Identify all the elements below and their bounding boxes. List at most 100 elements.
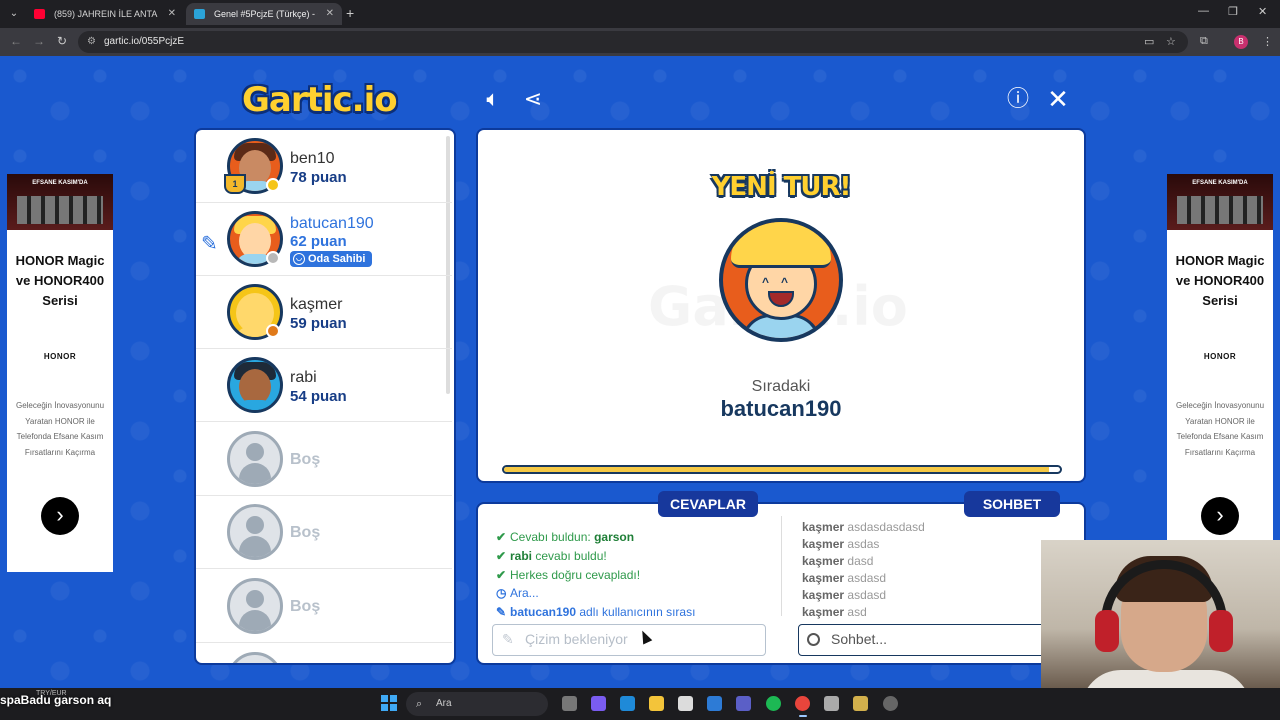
answer-log-item: ◷ Ara... [496,586,539,600]
tab-search-icon[interactable]: ⌄ [6,6,22,22]
minimize-icon[interactable]: — [1198,5,1209,17]
back-icon[interactable]: ← [10,34,22,48]
tab-youtube[interactable]: (859) JAHREIN İLE ANTALYA YE ✕ [26,3,184,25]
player-row-batucan190[interactable]: ✎ batucan190 62 puan ◡ Oda Sahibi [196,203,452,276]
log-text: Ara... [510,586,539,600]
chat-user: kaşmer [802,605,845,619]
reload-icon[interactable]: ↻ [57,34,67,48]
headphone-cup-left [1095,610,1119,652]
empty-avatar-body [239,610,271,631]
extensions-icon[interactable]: ⧉ [1200,35,1208,48]
player-row-ben10[interactable]: 1 ben10 78 puan [196,130,452,203]
tab-gartic[interactable]: Genel #5PcjzE (Türkçe) - Ga ✕ [186,3,342,25]
url-field[interactable]: ⚙ gartic.io/055PcjzE [78,31,1188,53]
task-view-icon[interactable] [562,696,577,711]
panel-divider [781,516,782,616]
address-bar-row: ← → ↻ ⚙ gartic.io/055PcjzE ▭ ☆ ⧉ ⋮ [0,28,1280,56]
player-row-rabi[interactable]: rabi 54 puan [196,349,452,422]
profile-avatar[interactable]: B [1234,35,1248,49]
ad-brand: HONOR [43,352,77,361]
store-icon[interactable] [678,696,693,711]
chat-log: kaşmer asdasdasdasd kaşmer asdas kaşmer … [802,504,1062,622]
ad-next-button[interactable]: › [41,497,79,535]
taskbar-search[interactable]: ⌕ Ara [406,692,548,716]
avatar-eyes: ^^ [762,275,801,289]
chat-user: kaşmer [802,588,845,602]
chat-input[interactable]: Sohbet... [798,624,1048,656]
file-explorer-icon[interactable] [649,696,664,711]
close-window-icon[interactable]: ✕ [1258,5,1267,18]
empty-slot-label: Boş [290,598,321,615]
player-score: 78 puan [290,169,347,186]
answer-input[interactable]: ✎ Çizim bekleniyor [492,624,766,656]
status-dot [266,178,280,192]
found-word: garson [594,530,635,544]
smile-icon: ◡ [293,253,305,265]
tab-title: Genel #5PcjzE (Türkçe) - Ga [214,9,318,19]
bookmark-star-icon[interactable]: ☆ [1166,35,1176,48]
ad-banner-text: EFSANE KASIM'DA [32,180,88,186]
edge-icon[interactable] [620,696,635,711]
answers-chat-panel: CEVAPLAR SOHBET ✔ Cevabı buldun: garson ✔… [476,491,1086,665]
app-icon[interactable] [824,696,839,711]
cast-icon[interactable]: ▭ [1144,35,1154,48]
close-icon[interactable]: ✕ [1045,86,1071,112]
menu-dots-icon[interactable]: ⋮ [1262,35,1273,48]
sound-icon[interactable]: 🔈︎ [480,86,506,112]
chat-message: kaşmer asdasd [802,588,886,602]
search-icon: ⌕ [416,698,423,710]
player-row-kasmer[interactable]: kaşmer 59 puan [196,276,452,349]
status-dot [266,251,280,265]
player-score: 54 puan [290,388,347,405]
windows-start-icon[interactable] [381,695,397,711]
app-icon[interactable] [853,696,868,711]
youtube-icon [34,9,45,19]
ad-banner-image: EFSANE KASIM'DA [7,174,113,230]
pencil-icon: ✎ [201,233,218,255]
site-settings-icon[interactable]: ⚙ [87,31,96,53]
log-text: Cevabı buldun: [510,530,595,544]
log-text: Herkes doğru cevapladı! [510,568,641,582]
ad-next-button[interactable]: › [1201,497,1239,535]
chat-text: asdasdasdasd [847,520,925,534]
obs-icon[interactable] [883,696,898,711]
close-tab-icon[interactable]: ✕ [168,3,176,25]
ad-left[interactable]: EFSANE KASIM'DA HONOR Magic ve HONOR400 … [7,174,113,572]
copilot-icon[interactable] [591,696,606,711]
empty-slot-label: Boş [290,524,321,541]
chat-message: kaşmer asdas [802,537,879,551]
webcam-person-body [1081,670,1251,688]
spotify-icon[interactable] [766,696,781,711]
restore-icon[interactable]: ❐ [1228,5,1238,18]
chrome-icon[interactable] [795,696,810,717]
answer-placeholder: Çizim bekleniyor [525,631,628,647]
gartic-favicon-icon [194,9,205,19]
next-player-avatar: ^^ [719,218,843,342]
empty-avatar-body [239,536,271,557]
browser-tab-bar: ⌄ (859) JAHREIN İLE ANTALYA YE ✕ Genel #… [0,0,1280,28]
gartic-logo[interactable]: Gartic.io [242,80,398,120]
close-tab-icon[interactable]: ✕ [326,3,334,25]
empty-avatar [227,504,283,560]
avatar-hair [731,222,831,268]
chat-message: kaşmer dasd [802,554,873,568]
ad-right[interactable]: EFSANE KASIM'DA HONOR Magic ve HONOR400 … [1167,174,1273,572]
log-user: rabi [510,549,533,563]
info-icon[interactable]: ⓘ [1005,86,1031,112]
chat-text: asdasd [847,588,887,602]
badge-label: Oda Sahibi [308,253,366,265]
ad-description: Geleceğin İnovasyonunu Yaratan HONOR ile… [1175,401,1265,457]
drawing-canvas[interactable]: Gartic.io YENİ TUR! ^^ Sıradaki batucan1… [476,128,1086,483]
teams-icon[interactable] [736,696,751,711]
mail-icon[interactable] [707,696,722,711]
chat-message: kaşmer asdasdasdasd [802,520,925,534]
new-round-title: YENİ TUR! [711,172,852,202]
chat-text: asd [847,605,867,619]
stream-overlay-text: spaBadu garson aq [0,693,112,707]
forward-icon[interactable]: → [33,34,45,48]
new-tab-button[interactable]: + [346,5,354,21]
clock-icon: ◷ [496,586,507,600]
taskbar [0,688,1280,720]
chat-user: kaşmer [802,554,845,568]
share-icon[interactable]: ⋖ [520,86,546,112]
